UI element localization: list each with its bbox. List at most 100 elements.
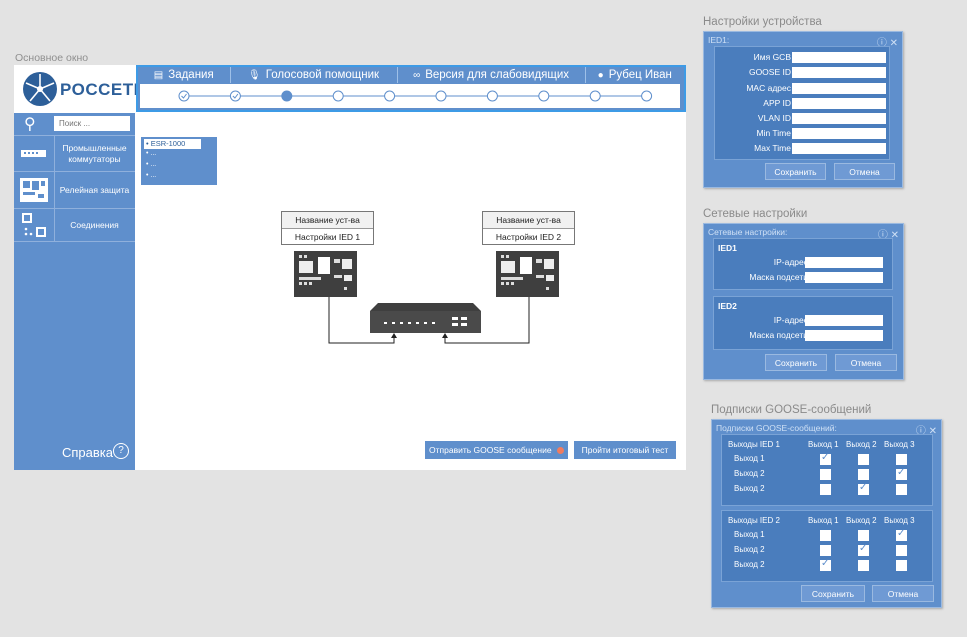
device-list-item[interactable]: • ... — [146, 161, 156, 168]
min-time-input[interactable] — [792, 128, 886, 139]
switch-device-icon[interactable] — [368, 303, 483, 336]
subscription-checkbox[interactable] — [896, 454, 907, 465]
save-button[interactable]: Сохранить — [765, 163, 826, 180]
cancel-button[interactable]: Отмена — [834, 163, 895, 180]
field-row-min-time: Min Time — [715, 127, 889, 142]
search-input[interactable] — [54, 116, 130, 131]
subscription-checkbox[interactable] — [896, 484, 907, 495]
row-label: Выход 2 — [734, 484, 765, 493]
subscription-checkbox[interactable] — [858, 560, 869, 571]
field-row-max-time: Max Time — [715, 142, 889, 157]
tab-label: Версия для слабовидящих — [425, 69, 570, 81]
ied1-mask-input[interactable] — [805, 272, 883, 283]
column-header: Выход 1 — [808, 440, 839, 449]
mac-address-input[interactable] — [792, 83, 886, 94]
progress-step-2[interactable] — [229, 90, 241, 102]
tab-tasks[interactable]: ▤ Задания — [138, 67, 231, 83]
main-window-caption: Основное окно — [15, 52, 89, 64]
rosseti-logo-icon — [23, 72, 57, 106]
help-link[interactable]: Справка ? — [14, 440, 135, 465]
field-label: GOOSE ID — [748, 67, 791, 77]
sidebar-item-connections[interactable]: Соединения — [14, 209, 135, 242]
device-1-card[interactable]: Название уст-ва Настройки IED 1 — [281, 211, 374, 245]
subscription-checkbox[interactable] — [820, 452, 831, 465]
progress-step-5[interactable] — [384, 90, 396, 102]
ip-row: IP-адрес — [714, 256, 892, 271]
device-2-card[interactable]: Название уст-ва Настройки IED 2 — [482, 211, 575, 245]
relay-device-2-icon[interactable] — [496, 251, 559, 297]
progress-step-8[interactable] — [538, 90, 550, 102]
panel-title: IED1: — [708, 35, 730, 45]
sidebar-item-relay[interactable]: Релейная защита — [14, 172, 135, 209]
save-button[interactable]: Сохранить — [801, 585, 865, 602]
subscription-checkbox[interactable] — [896, 528, 907, 541]
network-settings-caption: Сетевые настройки — [703, 208, 808, 220]
tab-low-vision[interactable]: ∞ Версия для слабовидящих — [398, 67, 586, 83]
cancel-button[interactable]: Отмена — [835, 354, 897, 371]
subscription-checkbox[interactable] — [858, 454, 869, 465]
send-goose-button[interactable]: Отправить GOOSE сообщение — [425, 441, 568, 459]
device-list-selected-label: ESR-1000 — [150, 139, 186, 148]
device-1-settings-link[interactable]: Настройки IED 1 — [282, 229, 373, 245]
block-header: Выходы IED 2 — [728, 516, 780, 525]
gcb-name-input[interactable] — [792, 52, 886, 63]
device-settings-fields: Имя GCB GOOSE ID MAC адрес APP ID VLAN I… — [714, 46, 890, 160]
device-list-item[interactable]: • ... — [146, 150, 156, 157]
logo-text: РОССЕТИ — [60, 80, 147, 99]
subscription-checkbox[interactable] — [820, 545, 831, 556]
subscription-checkbox[interactable] — [896, 467, 907, 480]
subscription-checkbox[interactable] — [820, 484, 831, 495]
device-list-item[interactable]: • ... — [146, 172, 156, 179]
panel-title: Подписки GOOSE-сообщений: — [716, 423, 837, 433]
device-list-selected[interactable]: • ESR-1000 — [144, 139, 201, 149]
search-icon[interactable]: ⚲ — [24, 114, 36, 134]
tasks-icon: ▤ — [153, 69, 164, 81]
relay-device-1-icon[interactable] — [294, 251, 357, 297]
vlan-id-input[interactable] — [792, 113, 886, 124]
tab-user[interactable]: ● Рубец Иван — [586, 67, 684, 83]
subscription-checkbox[interactable] — [858, 543, 869, 556]
device-settings-panel: IED1: ⓘ ✕ Имя GCB GOOSE ID MAC адрес APP… — [703, 31, 903, 188]
subscription-checkbox[interactable] — [820, 530, 831, 541]
progress-step-6[interactable] — [435, 90, 447, 102]
final-test-button[interactable]: Пройти итоговый тест — [574, 441, 676, 459]
close-icon[interactable]: ✕ — [890, 38, 898, 49]
progress-step-1[interactable] — [178, 90, 190, 102]
sidebar-item-label: Промышленные коммутаторы — [62, 142, 127, 164]
subscription-checkbox[interactable] — [858, 469, 869, 480]
tab-bar: ▤ Задания 🎙 Голосовой помощник ∞ Версия для… — [138, 67, 684, 83]
field-label: Маска подсети — [749, 272, 808, 282]
column-header: Выход 2 — [846, 440, 877, 449]
tab-voice-assistant[interactable]: 🎙 Голосовой помощник — [231, 67, 398, 83]
subscription-checkbox[interactable] — [896, 545, 907, 556]
ied1-ip-input[interactable] — [805, 257, 883, 268]
user-icon: ● — [597, 69, 604, 81]
save-button[interactable]: Сохранить — [765, 354, 827, 371]
field-label: Min Time — [756, 128, 791, 138]
sidebar-item-switches[interactable]: Промышленные коммутаторы — [14, 136, 135, 172]
max-time-input[interactable] — [792, 143, 886, 154]
progress-step-3[interactable] — [281, 90, 293, 102]
cancel-button[interactable]: Отмена — [872, 585, 934, 602]
progress-step-7[interactable] — [486, 90, 498, 102]
subscription-checkbox[interactable] — [858, 482, 869, 495]
field-row-vlan-id: VLAN ID — [715, 112, 889, 127]
subscription-checkbox[interactable] — [820, 558, 831, 571]
device-1-name: Название уст-ва — [282, 212, 373, 229]
subscription-checkbox[interactable] — [820, 469, 831, 480]
app-id-input[interactable] — [792, 98, 886, 109]
device-2-name: Название уст-ва — [483, 212, 574, 229]
device-2-settings-link[interactable]: Настройки IED 2 — [483, 229, 574, 245]
progress-step-10[interactable] — [641, 90, 653, 102]
ied2-ip-input[interactable] — [805, 315, 883, 326]
row-label: Выход 2 — [734, 560, 765, 569]
progress-step-4[interactable] — [332, 90, 344, 102]
field-row-app-id: APP ID — [715, 97, 889, 112]
ied2-mask-input[interactable] — [805, 330, 883, 341]
goose-block-ied1: Выходы IED 1 Выход 1 Выход 2 Выход 3 Выход 1… — [721, 434, 933, 506]
column-header: Выход 1 — [808, 516, 839, 525]
progress-step-9[interactable] — [589, 90, 601, 102]
subscription-checkbox[interactable] — [896, 560, 907, 571]
subscription-checkbox[interactable] — [858, 530, 869, 541]
goose-id-input[interactable] — [792, 67, 886, 78]
